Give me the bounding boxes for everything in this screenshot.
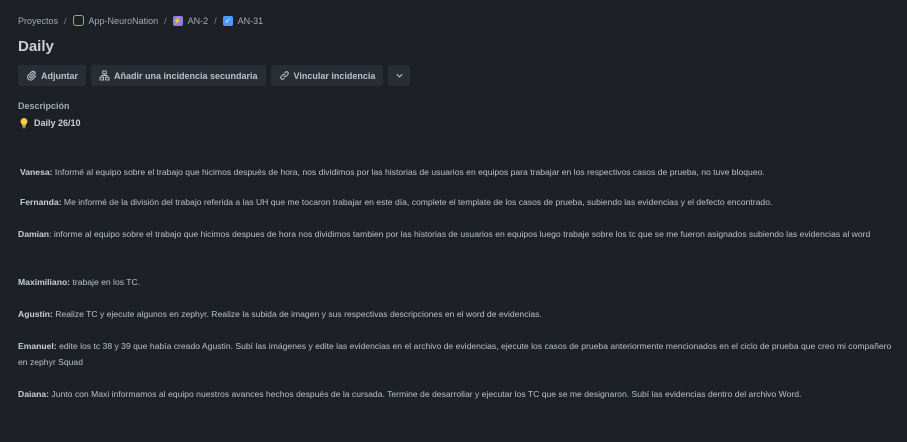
daily-entry: Damian: informe al equipo sobre el traba… xyxy=(18,226,893,242)
breadcrumb-project[interactable]: App-NeuroNation xyxy=(72,15,159,26)
light-bulb-icon xyxy=(20,118,28,129)
breadcrumb-separator: / xyxy=(64,15,67,26)
breadcrumb-project-label: App-NeuroNation xyxy=(88,15,159,26)
breadcrumb-task-label: AN-31 xyxy=(237,15,264,26)
daily-entry: Emanuel: edite los tc 38 y 39 que había … xyxy=(18,338,893,370)
entry-author: Fernanda: xyxy=(20,197,62,207)
breadcrumb-epic-label: AN-2 xyxy=(187,15,209,26)
breadcrumb-projects[interactable]: Proyectos xyxy=(18,16,58,26)
attach-label: Adjuntar xyxy=(41,70,78,81)
add-child-issue-label: Añadir una incidencia secundaria xyxy=(114,70,258,81)
entry-author: Maximiliano: xyxy=(18,277,71,287)
breadcrumb-task[interactable]: ✓ AN-31 xyxy=(222,15,264,26)
daily-entry: Maximiliano: trabaje en los TC. xyxy=(18,274,893,290)
daily-entry: Vanesa: Informé al equipo sobre el traba… xyxy=(20,164,895,180)
description-heading-text: Daily 26/10 xyxy=(34,118,81,128)
more-actions-button[interactable] xyxy=(388,65,411,86)
issue-title[interactable]: Daily xyxy=(18,38,54,55)
description-heading: Daily 26/10 xyxy=(18,117,81,129)
breadcrumb-separator: / xyxy=(164,15,167,26)
link-issue-label: Vincular incidencia xyxy=(293,70,376,81)
epic-icon: ⚡ xyxy=(172,15,183,26)
issue-toolbar: Adjuntar Añadir una incidencia secundari… xyxy=(18,65,411,86)
entry-author: Daiana: xyxy=(18,389,50,399)
hierarchy-icon xyxy=(99,70,110,81)
chevron-down-icon xyxy=(396,73,403,78)
entry-text: Informé al equipo sobre el trabajo que h… xyxy=(52,167,765,177)
entry-author: Damian xyxy=(18,229,50,239)
attach-button[interactable]: Adjuntar xyxy=(18,65,86,86)
add-child-issue-button[interactable]: Añadir una incidencia secundaria xyxy=(91,65,266,86)
entry-text: edite los tc 38 y 39 que había creado Ag… xyxy=(18,341,892,367)
daily-entry: Agustin: Realize TC y ejecute algunos en… xyxy=(18,306,893,322)
project-icon xyxy=(72,15,84,26)
entry-text: : informe al equipo sobre el trabajo que… xyxy=(49,229,871,239)
description-label: Descripción xyxy=(18,101,70,111)
entry-text: Me informé de la división del trabajo re… xyxy=(61,197,773,207)
task-icon: ✓ xyxy=(222,15,233,26)
daily-entry: Fernanda: Me informé de la división del … xyxy=(20,194,895,210)
breadcrumb-epic[interactable]: ⚡ AN-2 xyxy=(172,15,209,26)
link-issue-button[interactable]: Vincular incidencia xyxy=(270,65,384,86)
entry-author: Agustin: xyxy=(18,309,53,319)
link-icon xyxy=(279,71,289,80)
entry-text: Realize TC y ejecute algunos en zephyr. … xyxy=(52,309,542,319)
paperclip-icon xyxy=(27,70,37,81)
breadcrumb-separator: / xyxy=(214,15,217,26)
entry-text: trabaje en los TC. xyxy=(70,277,141,287)
entry-author: Emanuel: xyxy=(18,341,57,351)
entry-author: Vanesa: xyxy=(20,167,53,177)
breadcrumb: Proyectos / App-NeuroNation / ⚡ AN-2 / ✓… xyxy=(18,15,263,26)
entry-text: Junto con Maxi informamos al equipo nues… xyxy=(49,389,802,399)
daily-entry: Daiana: Junto con Maxi informamos al equ… xyxy=(18,386,893,402)
